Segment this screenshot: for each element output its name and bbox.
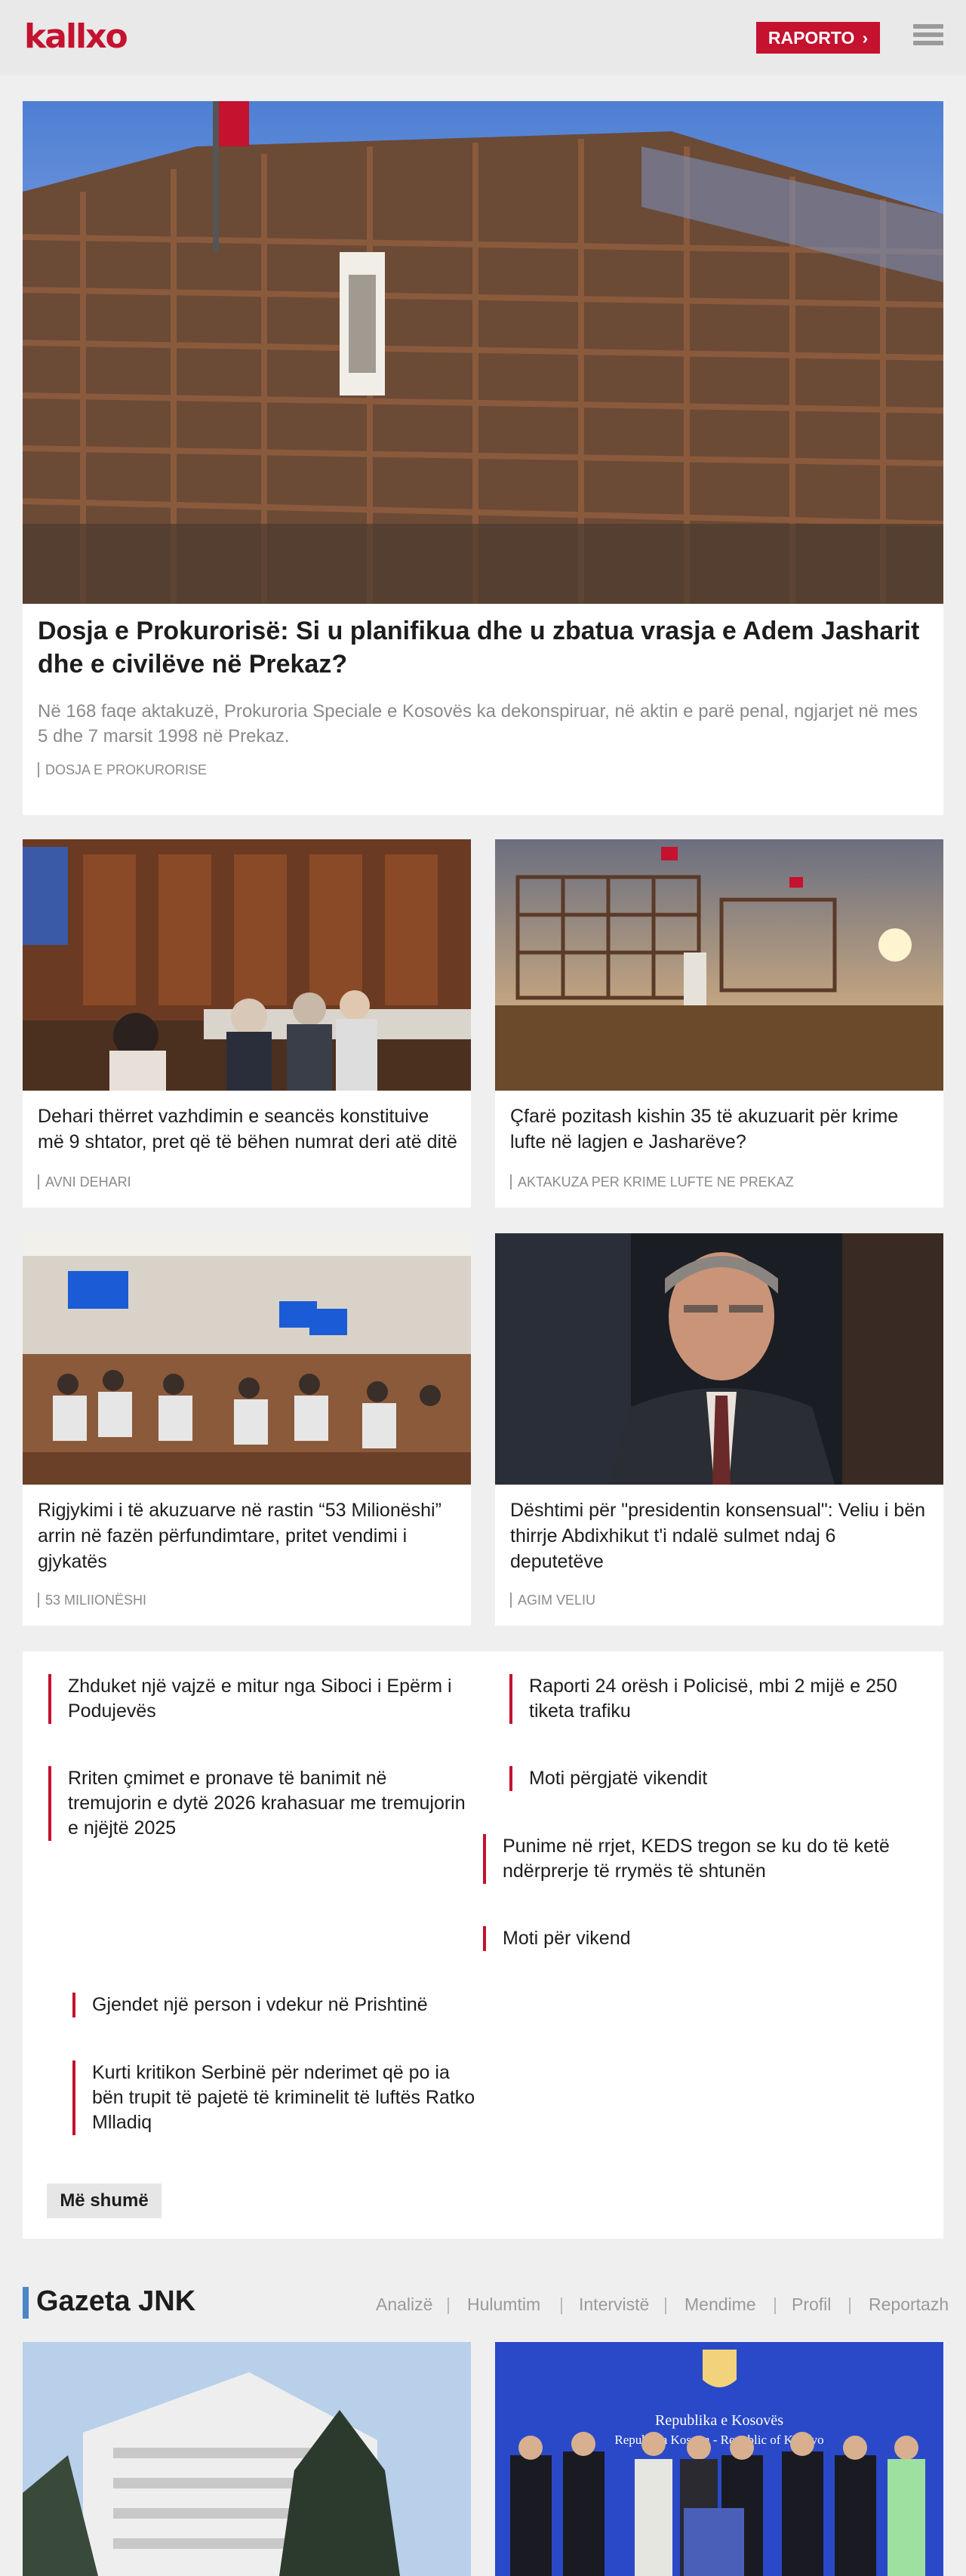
hamburger-icon[interactable] xyxy=(913,24,943,51)
article-tag[interactable]: AGIM VELIU xyxy=(510,1593,595,1608)
hero-title[interactable]: Dosja e Prokurorisë: Si u planifikua dhe… xyxy=(38,614,928,681)
article-tag[interactable]: AVNI DEHARI xyxy=(38,1174,131,1190)
article-tag[interactable]: AKTAKUZA PER KRIME LUFTE NE PREKAZ xyxy=(510,1174,794,1190)
article-card[interactable]: Çfarë pozitash kishin 35 të akuzuarit pë… xyxy=(495,839,943,1208)
article-title[interactable]: Dështimi për "presidentin konsensual": V… xyxy=(510,1497,930,1574)
article-title[interactable]: Dehari thërret vazhdimin e seancës konst… xyxy=(38,1103,457,1155)
gazeta-article-card[interactable]: Republika e Kosovës Republika Kosova - R… xyxy=(495,2342,943,2576)
news-list: Zhduket një vajzë e mitur nga Siboci i E… xyxy=(23,1651,943,2239)
list-item[interactable]: Moti përgjatë vikendit xyxy=(509,1766,917,1791)
article-image[interactable] xyxy=(495,839,943,1091)
article-card[interactable]: Dehari thërret vazhdimin e seancës konst… xyxy=(23,839,471,1208)
section-title[interactable]: Gazeta JNK xyxy=(36,2285,195,2318)
article-image[interactable] xyxy=(23,1233,471,1485)
hero-description: Në 168 faqe aktakuzë, Prokuroria Special… xyxy=(38,701,918,746)
nav-separator: | xyxy=(848,2294,852,2314)
article-image[interactable] xyxy=(23,839,471,1091)
nav-separator: | xyxy=(663,2294,668,2314)
list-item[interactable]: Zhduket një vajzë e mitur nga Siboci i E… xyxy=(48,1674,456,1724)
nav-analize[interactable]: Analizë xyxy=(376,2294,432,2315)
list-item[interactable]: Punime në rrjet, KEDS tregon se ku do të… xyxy=(483,1834,906,1884)
site-header: kallxo RAPORTO › xyxy=(0,0,966,75)
svg-text:Republika e Kosovës: Republika e Kosovës xyxy=(655,2412,783,2429)
list-item[interactable]: Raporti 24 orësh i Policisë, mbi 2 mijë … xyxy=(509,1674,917,1724)
nav-mendime[interactable]: Mendime xyxy=(685,2294,756,2315)
list-item[interactable]: Gjendet një person i vdekur në Prishtinë xyxy=(72,1993,480,2017)
article-title[interactable]: Rigjykimi i të akuzuarve në rastin “53 M… xyxy=(38,1497,457,1574)
hero-image[interactable] xyxy=(23,101,943,604)
site-logo[interactable]: kallxo xyxy=(24,17,128,56)
report-button-label: RAPORTO xyxy=(768,27,855,48)
more-button[interactable]: Më shumë xyxy=(47,2184,162,2218)
article-card[interactable]: Dështimi për "presidentin konsensual": V… xyxy=(495,1233,943,1626)
chevron-right-icon: › xyxy=(862,27,869,48)
hero-article[interactable]: Dosja e Prokurorisë: Si u planifikua dhe… xyxy=(23,101,943,815)
nav-profil[interactable]: Profil xyxy=(792,2294,831,2315)
gazeta-article-card[interactable] xyxy=(23,2342,471,2576)
article-title[interactable]: Çfarë pozitash kishin 35 të akuzuarit pë… xyxy=(510,1103,930,1155)
list-item[interactable]: Moti për vikend xyxy=(483,1926,906,1951)
nav-interviste[interactable]: Intervistë xyxy=(579,2294,649,2315)
nav-reportazh[interactable]: Reportazh xyxy=(869,2294,949,2315)
list-item[interactable]: Kurti kritikon Serbinë për nderimet që p… xyxy=(72,2060,480,2135)
report-button[interactable]: RAPORTO › xyxy=(756,22,880,54)
nav-separator: | xyxy=(773,2294,777,2314)
list-item[interactable]: Rriten çmimet e pronave të banimit në tr… xyxy=(48,1766,471,1841)
article-card[interactable]: Rigjykimi i të akuzuarve në rastin “53 M… xyxy=(23,1233,471,1626)
nav-hulumtim[interactable]: Hulumtim xyxy=(467,2294,540,2315)
section-accent-bar xyxy=(23,2287,29,2319)
article-tag[interactable]: 53 MILIIONËSHI xyxy=(38,1593,146,1608)
hero-tag[interactable]: DOSJA E PROKURORISE xyxy=(38,762,207,777)
article-image[interactable] xyxy=(23,2342,471,2576)
nav-separator: | xyxy=(446,2294,451,2314)
article-image[interactable]: Republika e Kosovës Republika Kosova - R… xyxy=(495,2342,943,2576)
nav-separator: | xyxy=(559,2294,564,2314)
article-image[interactable] xyxy=(495,1233,943,1485)
